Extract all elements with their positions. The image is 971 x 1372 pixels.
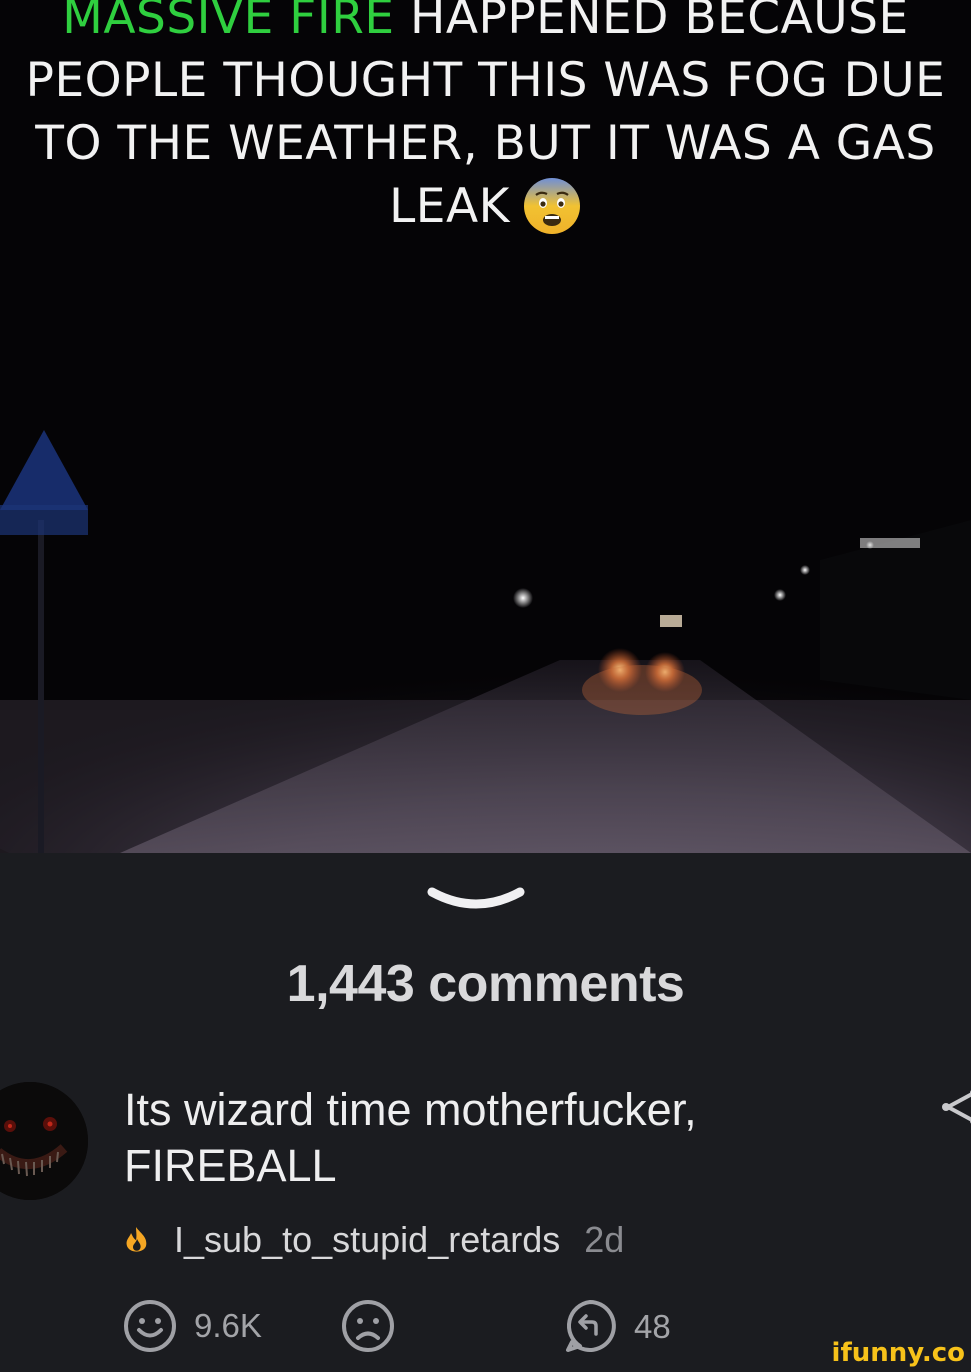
comment-username[interactable]: I_sub_to_stupid_retards — [174, 1219, 560, 1261]
caption-line-4-text: LEAK — [389, 179, 510, 234]
caption-highlight: MASSIVE FIRE — [62, 0, 395, 45]
comment-text-line-2: FIREBALL — [124, 1140, 337, 1191]
fearful-face-icon — [523, 178, 580, 234]
reply-icon[interactable] — [562, 1298, 618, 1354]
ifunny-watermark: ifunny.co — [831, 1338, 965, 1368]
post-caption: MASSIVE FIRE HAPPENED BECAUSE PEOPLE THO… — [0, 0, 971, 238]
caption-line-2: PEOPLE THOUGHT THIS WAS FOG DUE — [25, 53, 946, 108]
comment-age: 2d — [584, 1219, 625, 1260]
comment-text: Its wizard time motherfucker, FIREBALL — [124, 1082, 884, 1194]
comment-actions: 9.6K 48 — [122, 1298, 671, 1354]
caption-line-1-rest: HAPPENED BECAUSE — [394, 0, 909, 45]
comments-count[interactable]: 1,443 comments — [0, 954, 971, 1014]
frown-icon[interactable] — [340, 1298, 396, 1354]
caption-line-4: LEAK — [0, 175, 971, 238]
chevron-down-icon[interactable] — [426, 884, 526, 916]
avatar[interactable] — [0, 1082, 88, 1200]
flame-icon — [126, 1227, 147, 1252]
creepy-face-avatar-icon — [0, 1082, 88, 1200]
smile-icon[interactable] — [122, 1298, 178, 1354]
caption-line-3: TO THE WEATHER, BUT IT WAS A GAS — [35, 116, 936, 171]
smile-count: 9.6K — [194, 1307, 262, 1344]
comment-meta: I_sub_to_stupid_retards 2d — [122, 1216, 624, 1264]
reply-count: 48 — [634, 1308, 671, 1345]
caption-line-1: MASSIVE FIRE HAPPENED BECAUSE — [0, 0, 971, 49]
post-media[interactable]: MASSIVE FIRE HAPPENED BECAUSE PEOPLE THO… — [0, 0, 971, 853]
comment-text-line-1: Its wizard time motherfucker, — [124, 1084, 697, 1135]
share-icon[interactable] — [938, 1088, 971, 1126]
